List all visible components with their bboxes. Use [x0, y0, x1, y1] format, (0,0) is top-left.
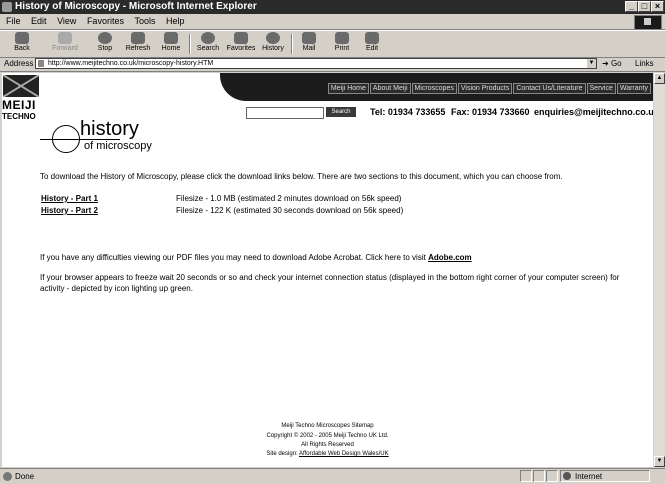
freeze-text-line-2: activity - depicted by icon lighting up …	[40, 284, 193, 293]
nav-band: Meiji Home About Meiji Microscopes Visio…	[220, 73, 653, 101]
toolbar: Back Forward Stop Refresh Home Search Fa…	[0, 30, 665, 58]
menu-bar: File Edit View Favorites Tools Help	[0, 14, 665, 30]
address-url: http://www.meijitechno.co.uk/microscopy-…	[48, 60, 214, 67]
footer-design: Site design: Affordable Web Design Wales…	[266, 451, 389, 457]
nav-about-meiji[interactable]: About Meiji	[369, 83, 411, 94]
browser-window: History of Microscopy - Microsoft Intern…	[0, 0, 665, 483]
status-text: Done	[15, 472, 35, 481]
ie-icon	[2, 2, 12, 12]
home-button[interactable]: Home	[157, 31, 185, 57]
address-input[interactable]: http://www.meijitechno.co.uk/microscopy-…	[35, 58, 597, 69]
status-bar: Done Internet	[0, 468, 665, 484]
download-info-part-2: Filesize - 122 K (estimated 30 seconds d…	[176, 206, 404, 215]
favorites-button[interactable]: Favorites	[224, 31, 258, 57]
freeze-text-line-1: If your browser appears to freeze wait 2…	[40, 273, 620, 282]
nav-contact-literature[interactable]: Contact Us/Literature	[513, 83, 586, 94]
nav-meiji-home[interactable]: Meiji Home	[327, 83, 369, 94]
page-icon	[38, 60, 44, 67]
download-link-part-1[interactable]: History - Part 1	[41, 194, 98, 203]
print-button[interactable]: Print	[330, 31, 354, 57]
search-toolbar-button[interactable]: Search	[193, 31, 223, 57]
meiji-logo[interactable]: MEIJI TECHNO	[2, 75, 42, 123]
history-icon	[266, 32, 280, 44]
edit-button[interactable]: Edit	[360, 31, 384, 57]
refresh-icon	[131, 32, 145, 44]
heading-main: history	[80, 118, 139, 140]
site-search-input[interactable]	[246, 107, 324, 119]
toolbar-separator	[189, 34, 191, 54]
scroll-down-icon[interactable]: ▼	[654, 456, 665, 467]
nav-warranty[interactable]: Warranty	[616, 83, 651, 94]
download-link-part-2[interactable]: History - Part 2	[41, 206, 98, 215]
menu-view[interactable]: View	[57, 16, 76, 26]
site-search-button[interactable]: Search	[326, 107, 356, 117]
favorites-icon	[234, 32, 248, 44]
title-bar: History of Microscopy - Microsoft Intern…	[0, 0, 665, 14]
forward-arrow-icon	[58, 32, 72, 44]
footer-copyright: Copyright © 2002 - 2005 Meiji Techno UK …	[266, 433, 389, 439]
logo-meiji-text: MEIJI	[2, 98, 36, 112]
acrobat-text: If you have any difficulties viewing our…	[40, 253, 472, 262]
printer-icon	[335, 32, 349, 44]
nav-microscopes[interactable]: Microscopes	[411, 83, 457, 94]
mail-button[interactable]: Mail	[295, 31, 323, 57]
address-label: Address	[4, 59, 34, 68]
close-button[interactable]: ×	[651, 1, 664, 12]
refresh-button[interactable]: Refresh	[122, 31, 154, 57]
stop-icon	[98, 32, 112, 44]
menu-edit[interactable]: Edit	[31, 16, 47, 26]
address-dropdown-icon[interactable]: ▼	[587, 59, 596, 68]
toolbar-separator	[291, 34, 293, 54]
maximize-button[interactable]: □	[638, 1, 651, 12]
address-bar: Address http://www.meijitechno.co.uk/mic…	[0, 57, 665, 72]
menu-file[interactable]: File	[6, 16, 21, 26]
menu-help[interactable]: Help	[166, 16, 185, 26]
logo-techno-text: TECHNO	[2, 112, 36, 121]
back-arrow-icon	[15, 32, 29, 44]
footer-rights: All Rights Reserved	[301, 442, 354, 448]
nav-service[interactable]: Service	[586, 83, 616, 94]
page-done-icon	[3, 472, 12, 481]
forward-button[interactable]: Forward	[48, 31, 82, 57]
adobe-link[interactable]: Adobe.com	[428, 253, 472, 262]
footer-design-link[interactable]: Affordable Web Design Wales/UK	[299, 451, 389, 457]
security-zone: Internet	[560, 470, 650, 482]
back-button[interactable]: Back	[6, 31, 38, 57]
search-icon	[201, 32, 215, 44]
contact-email-link[interactable]: enquiries@meijitechno.co.uk	[534, 107, 653, 117]
history-heading: history of microscopy	[40, 117, 210, 157]
links-button[interactable]: Links	[635, 57, 654, 71]
minimize-button[interactable]: _	[625, 1, 638, 12]
stop-button[interactable]: Stop	[92, 31, 118, 57]
go-button[interactable]: ➜ Go	[602, 57, 622, 71]
window-title: History of Microscopy - Microsoft Intern…	[15, 1, 257, 12]
heading-sub: of microscopy	[84, 140, 152, 152]
footer-sitemap-link[interactable]: Meiji Techno Microscopes Sitemap	[2, 423, 653, 429]
scroll-up-icon[interactable]: ▲	[654, 73, 665, 84]
menu-tools[interactable]: Tools	[134, 16, 155, 26]
menu-favorites[interactable]: Favorites	[87, 16, 124, 26]
page-content: MEIJI TECHNO Meiji Home About Meiji Micr…	[2, 73, 653, 467]
internet-globe-icon	[563, 472, 571, 480]
windows-logo-icon	[634, 15, 662, 30]
history-button[interactable]: History	[258, 31, 288, 57]
mail-icon	[302, 32, 316, 44]
vertical-scrollbar[interactable]: ▲ ▼	[654, 73, 665, 467]
intro-text: To download the History of Microscopy, p…	[40, 172, 563, 181]
edit-icon	[365, 32, 379, 44]
main-nav: Meiji Home About Meiji Microscopes Visio…	[327, 83, 651, 94]
contact-fax: Fax: 01934 733660	[451, 107, 530, 117]
download-info-part-1: Filesize - 1.0 MB (estimated 2 minutes d…	[176, 194, 402, 203]
nav-vision-products[interactable]: Vision Products	[457, 83, 513, 94]
contact-tel: Tel: 01934 733655	[370, 107, 446, 117]
home-icon	[164, 32, 178, 44]
